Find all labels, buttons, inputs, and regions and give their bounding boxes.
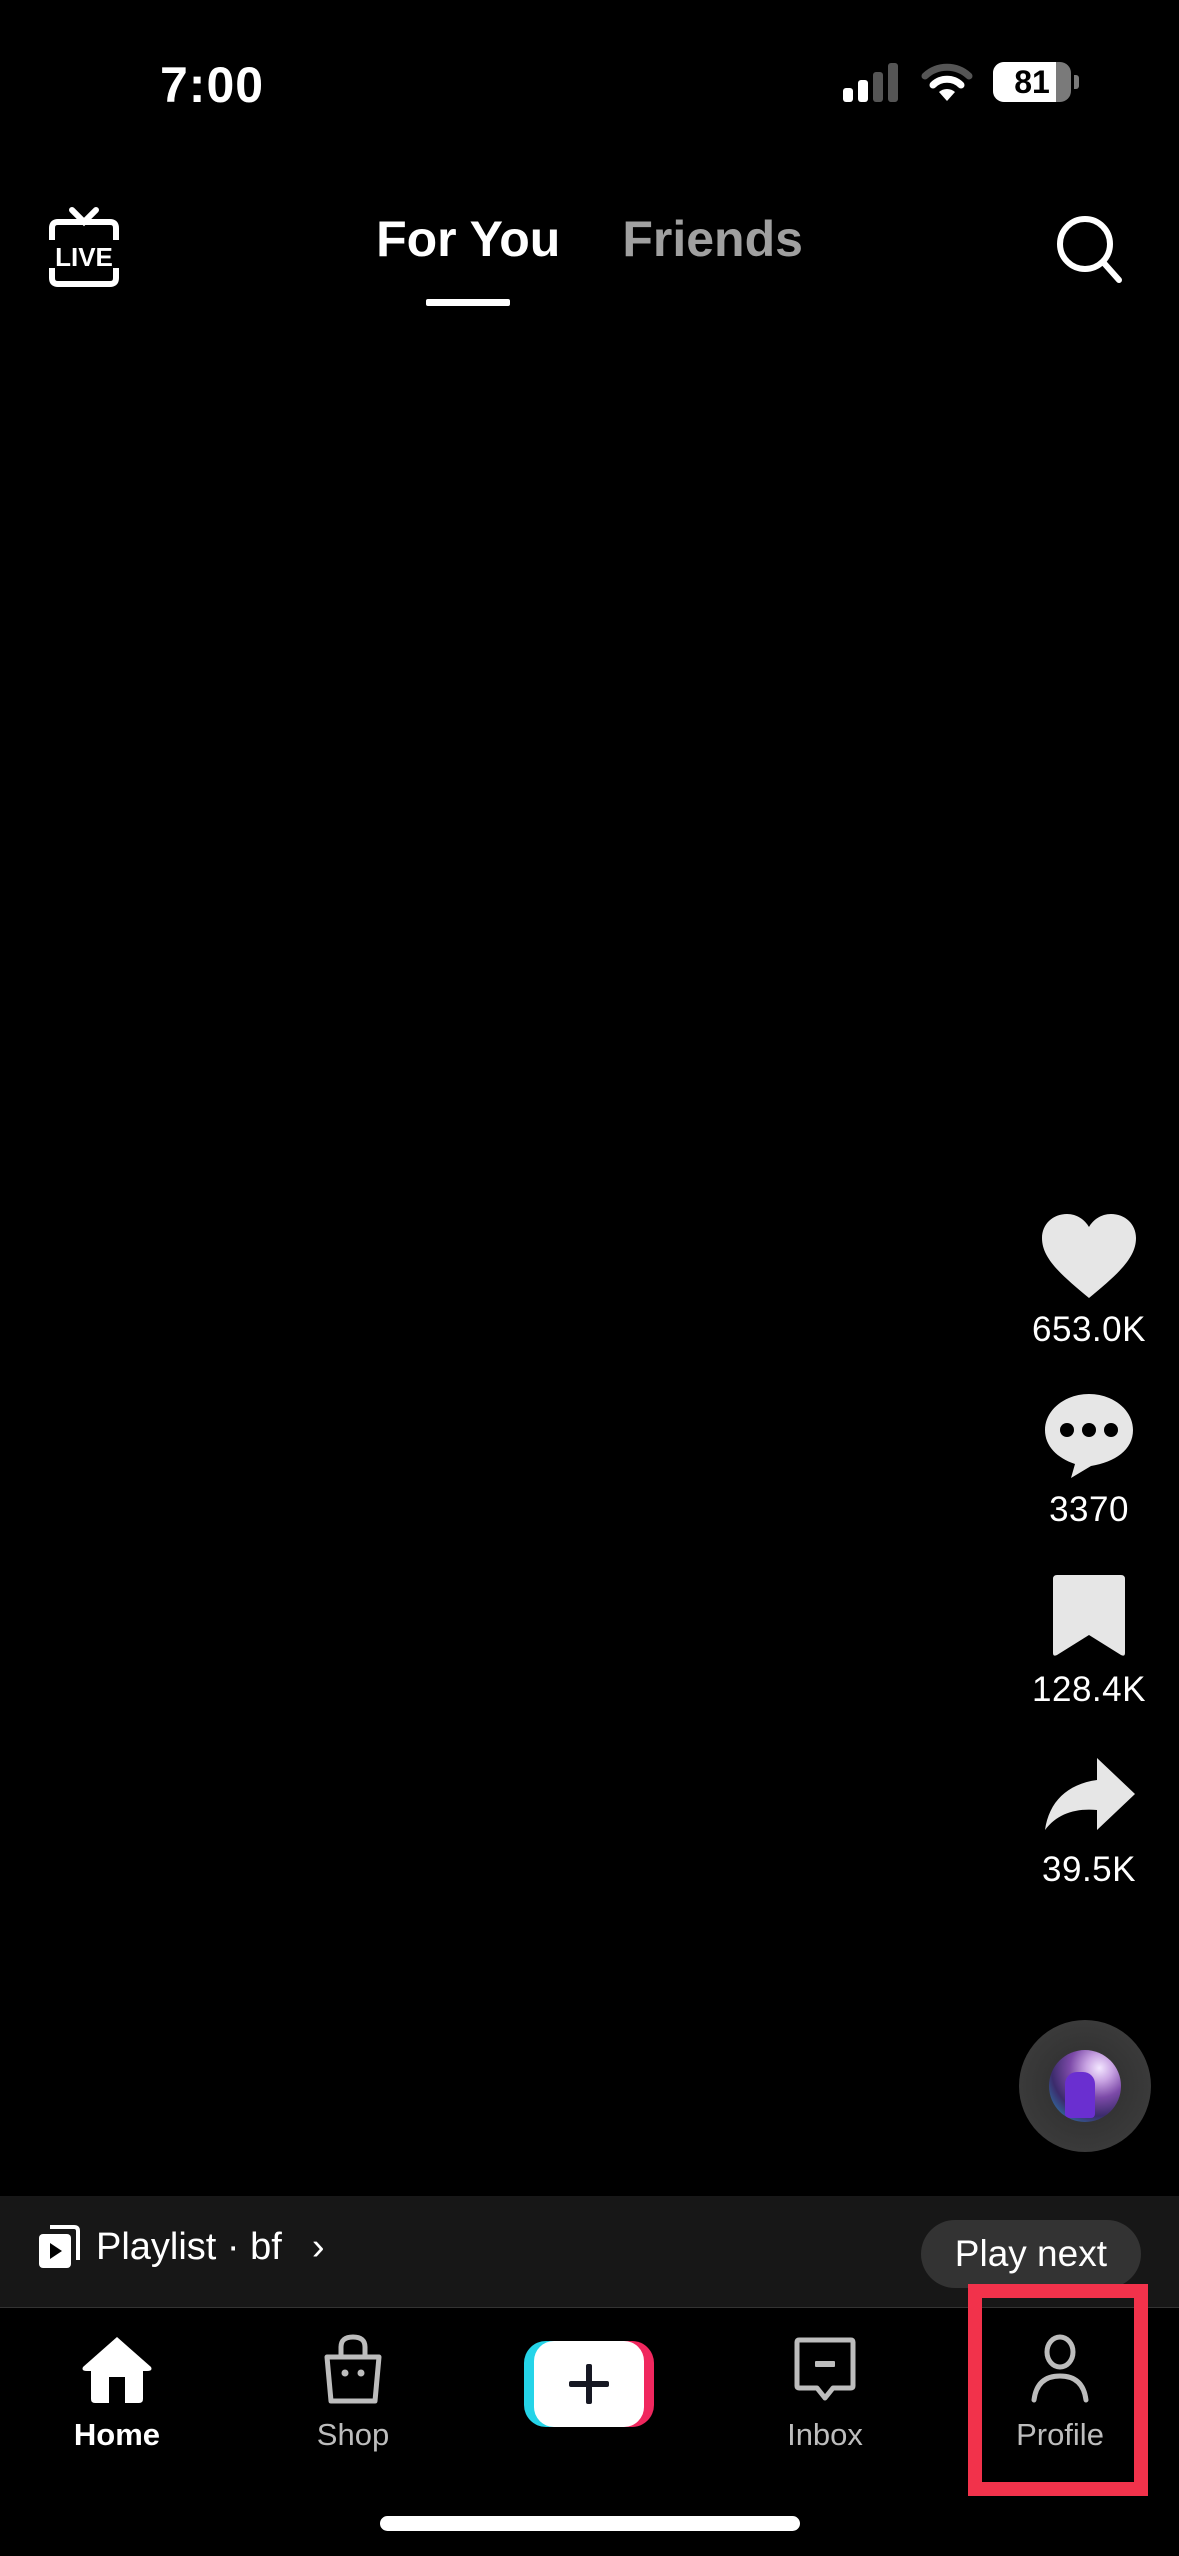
nav-inbox[interactable]: Inbox	[735, 2329, 915, 2453]
comment-count: 3370	[1049, 1490, 1129, 1529]
nav-inbox-label: Inbox	[787, 2417, 863, 2452]
nav-shop[interactable]: Shop	[263, 2329, 443, 2453]
create-plus-icon	[569, 2364, 609, 2404]
profile-icon	[1031, 2334, 1089, 2403]
chevron-right-icon: ›	[311, 2225, 325, 2268]
playlist-label: Playlist · bf	[96, 2225, 282, 2268]
share-count: 39.5K	[1042, 1850, 1136, 1889]
inbox-icon	[794, 2337, 856, 2401]
cellular-signal-icon	[843, 63, 898, 102]
status-bar: 7:00 81	[0, 0, 1179, 150]
bookmark-icon	[1053, 1575, 1125, 1656]
nav-profile-label: Profile	[1016, 2417, 1104, 2452]
nav-shop-label: Shop	[316, 2417, 390, 2452]
search-button[interactable]	[1051, 210, 1131, 290]
nav-home[interactable]: Home	[27, 2329, 207, 2453]
create-button[interactable]	[524, 2341, 654, 2427]
share-icon	[1045, 1758, 1135, 1830]
comment-icon	[1045, 1394, 1133, 1478]
sound-disc-button[interactable]	[1019, 2020, 1151, 2152]
tab-friends[interactable]: Friends	[622, 210, 803, 292]
battery-percent: 81	[1014, 63, 1050, 100]
bookmark-button[interactable]: 128.4K	[1032, 1570, 1146, 1710]
wifi-icon	[921, 63, 973, 101]
status-time: 7:00	[160, 57, 265, 113]
play-next-button[interactable]: Play next	[920, 2220, 1141, 2288]
feed-tabs: For You Friends	[0, 210, 1179, 292]
bookmark-count: 128.4K	[1032, 1670, 1146, 1709]
action-rail: 653.0K 3370 128.4K 39.5K	[999, 1210, 1179, 1930]
tab-for-you[interactable]: For You	[376, 210, 560, 292]
music-disc-icon	[1049, 2050, 1121, 2122]
nav-home-label: Home	[73, 2417, 161, 2452]
search-icon	[1057, 216, 1122, 283]
playlist-link[interactable]: Playlist · bf ›	[38, 2224, 324, 2270]
create-button-face	[534, 2341, 644, 2427]
status-icons: 81	[843, 62, 1079, 102]
heart-icon	[1042, 1214, 1136, 1298]
playlist-bar: Playlist · bf › Play next	[0, 2196, 1179, 2308]
battery-indicator: 81	[993, 62, 1071, 102]
home-indicator[interactable]	[380, 2516, 800, 2531]
like-count: 653.0K	[1032, 1310, 1146, 1349]
playlist-icon	[39, 2225, 80, 2268]
share-button[interactable]: 39.5K	[1039, 1750, 1139, 1890]
shop-bag-icon	[324, 2334, 382, 2404]
like-button[interactable]: 653.0K	[1032, 1210, 1146, 1350]
top-nav: LIVE For You Friends	[0, 200, 1179, 310]
battery-tip	[1074, 75, 1079, 89]
nav-profile[interactable]: Profile	[970, 2329, 1150, 2453]
home-icon	[82, 2337, 152, 2403]
comment-button[interactable]: 3370	[1039, 1390, 1139, 1530]
